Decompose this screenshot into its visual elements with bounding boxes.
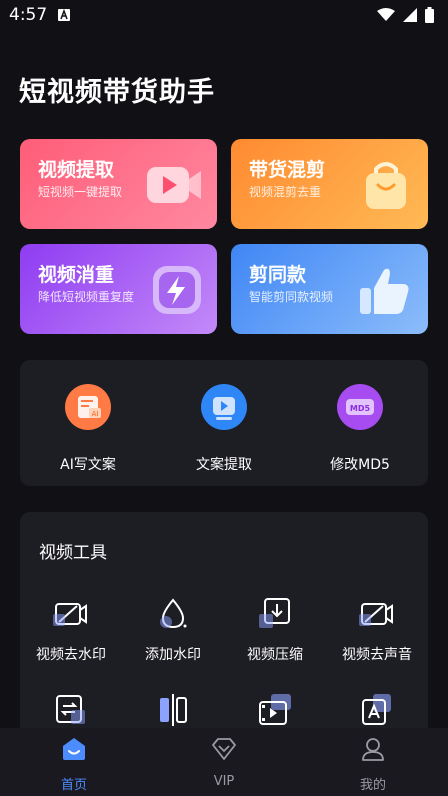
card-subtitle: 降低短视频重复度 [38,290,135,304]
signal-icon [403,8,417,22]
card-subtitle: 短视频一键提取 [38,185,123,199]
section-title: 视频工具 [39,543,107,563]
quick-tool-label: AI写文案 [60,457,116,473]
nav-vip[interactable]: VIP [174,736,274,789]
play-video-icon [147,167,201,203]
nav-label: VIP [213,774,235,789]
wifi-icon [377,8,395,21]
card-subtitle: 智能剪同款视频 [249,290,334,304]
nav-profile[interactable]: 我的 [323,736,423,793]
card-title: 视频提取 [38,159,115,181]
quick-tool-ai-copywriting[interactable]: AI AI写文案 [33,384,143,474]
feature-card-dedup[interactable]: 视频消重 降低短视频重复度 [20,244,217,334]
page-title: 短视频带货助手 [19,77,215,108]
nav-home[interactable]: 首页 [24,736,124,793]
ai-copywriting-icon: AI [65,384,111,430]
thumbs-up-icon [360,268,409,314]
tool-label: 视频压缩 [247,647,303,663]
notification-app-icon [58,9,70,21]
card-title: 视频消重 [38,264,115,286]
tool-add-watermark[interactable]: 添加水印 [123,596,223,664]
status-bar: 4:57 [0,0,448,32]
home-icon [63,738,85,760]
compress-video-icon [259,598,290,628]
card-subtitle: 视频混剪去重 [249,185,322,199]
lightning-icon [153,266,201,314]
video-tools-panel: 视频工具 视频去水印 添加水印 视频压缩 视频去声音 [20,512,428,752]
tool-label: 添加水印 [145,647,201,663]
svg-text:AI: AI [92,410,99,418]
nav-label: 首页 [60,778,87,793]
video-text-icon [362,694,391,725]
card-title: 剪同款 [249,264,307,286]
feature-card-video-extract[interactable]: 视频提取 短视频一键提取 [20,139,217,229]
mute-video-icon [359,603,393,626]
text-extract-icon [201,384,247,430]
split-video-icon [160,694,187,726]
add-watermark-icon [160,598,187,629]
tool-label: 视频去声音 [342,647,412,663]
status-time: 4:57 [9,5,48,25]
md5-icon: MD5 [337,384,383,430]
quick-tool-label: 文案提取 [196,457,252,473]
feature-card-mix-edit[interactable]: 带货混剪 视频混剪去重 [231,139,428,229]
quick-tool-md5[interactable]: MD5 修改MD5 [305,384,415,474]
tool-compress-video[interactable]: 视频压缩 [225,596,325,664]
bottom-nav: 首页 VIP 我的 [0,728,448,796]
tool-mute-video[interactable]: 视频去声音 [327,596,427,664]
vip-diamond-icon [212,738,236,760]
svg-text:MD5: MD5 [350,404,371,413]
tool-label: 视频去水印 [36,647,106,663]
quick-tools-panel: AI AI写文案 文案提取 MD5 修改MD5 [20,360,428,486]
shopping-bag-icon [366,162,406,209]
quick-tool-text-extract[interactable]: 文案提取 [169,384,279,474]
remove-watermark-icon [53,603,87,626]
card-title: 带货混剪 [249,159,326,181]
battery-icon [425,7,434,23]
feature-card-same-style[interactable]: 剪同款 智能剪同款视频 [231,244,428,334]
profile-icon [362,738,384,761]
video-frames-icon [259,694,291,725]
status-icons [377,7,434,23]
quick-tool-label: 修改MD5 [330,457,390,473]
tool-remove-watermark[interactable]: 视频去水印 [21,596,121,664]
rotate-video-icon [56,695,85,724]
nav-label: 我的 [359,778,386,793]
